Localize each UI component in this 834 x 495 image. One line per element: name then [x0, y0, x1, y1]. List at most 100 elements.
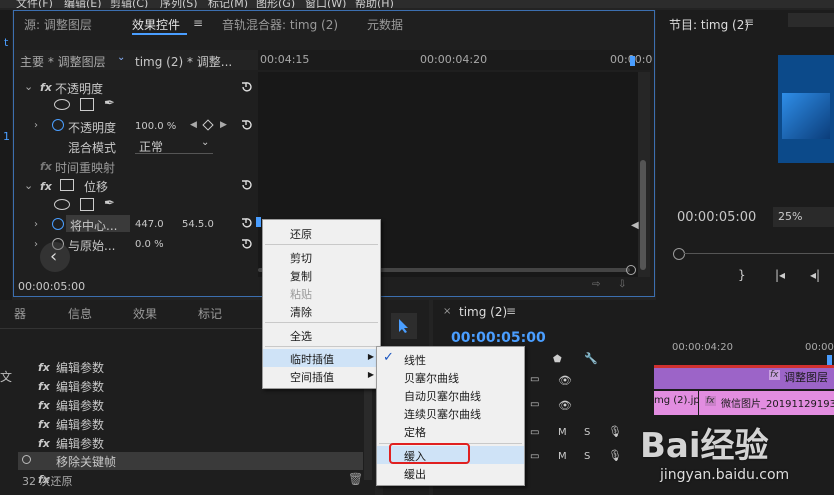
history-item[interactable]: 编辑参数	[56, 359, 104, 376]
reset-icon[interactable]	[240, 238, 253, 251]
rectangle-mask-icon[interactable]	[80, 198, 94, 211]
eye-icon[interactable]: 👁	[558, 374, 572, 387]
tab-effect-controls[interactable]: 效果控件	[132, 16, 180, 33]
menu-window[interactable]: 窗口(W)	[305, 0, 346, 8]
fx-icon: fx	[40, 180, 52, 193]
panel-menu-icon[interactable]: ≡	[193, 16, 203, 30]
submenu-item-continuous-bezier[interactable]: 连续贝塞尔曲线	[377, 404, 524, 422]
anchor-y-value[interactable]: 54.5.0	[182, 219, 214, 230]
submenu-item-bezier[interactable]: 贝塞尔曲线	[377, 368, 524, 386]
close-icon[interactable]: ×	[443, 306, 451, 317]
submenu-item-linear[interactable]: ✓ 线性	[377, 350, 524, 368]
mic-icon[interactable]: 🎙	[608, 425, 622, 438]
eye-icon[interactable]: 👁	[558, 399, 572, 412]
effect-controls-timecode[interactable]: 00:00:05:00	[18, 280, 85, 293]
blend-mode-select[interactable]: 正常 ⌄	[135, 137, 213, 154]
menu-item-temporal-interpolation[interactable]: 临时插值 ▶	[263, 349, 380, 367]
pen-icon[interactable]: ✒	[104, 196, 115, 211]
pen-icon[interactable]: ✒	[104, 96, 115, 111]
submenu-item-hold[interactable]: 定格	[377, 422, 524, 440]
clip-label[interactable]: timg (2) * 调整...	[135, 53, 232, 70]
reset-icon[interactable]	[240, 179, 253, 192]
menu-clip[interactable]: 剪辑(C)	[110, 0, 148, 8]
fx-icon: fx	[38, 418, 50, 431]
submenu-item-ease-out[interactable]: 缓出	[377, 464, 524, 482]
panel-menu-icon[interactable]: ≡	[506, 304, 516, 318]
scale-value[interactable]: 0.0 %	[135, 239, 164, 250]
nav-back-overlay[interactable]: ‹	[40, 242, 70, 272]
tab-effects[interactable]: 效果	[133, 305, 157, 322]
filmstrip-icon[interactable]: ▭	[530, 374, 539, 385]
stopwatch-icon[interactable]	[52, 119, 64, 131]
menu-graphics[interactable]: 图形(G)	[256, 0, 295, 8]
wrench-icon[interactable]: 🔧	[584, 352, 598, 365]
scrubber-start[interactable]	[673, 248, 685, 260]
menu-item-select-all[interactable]: 全选	[263, 326, 380, 344]
history-item[interactable]: 编辑参数	[56, 378, 104, 395]
menu-item-paste[interactable]: 粘贴	[263, 284, 380, 302]
selection-tool[interactable]	[391, 313, 417, 339]
panel-menu-icon[interactable]: ≡	[744, 15, 754, 29]
menu-file[interactable]: 文件(F)	[16, 0, 53, 8]
ellipse-mask-icon[interactable]	[54, 199, 70, 210]
left-edge-panel: t 1	[0, 10, 12, 300]
mark-out-icon[interactable]: }	[738, 268, 746, 282]
tab-markers[interactable]: 标记	[198, 305, 222, 322]
menu-item-spatial-interpolation[interactable]: 空间插值 ▶	[263, 367, 380, 385]
program-timecode[interactable]: 00:00:05:00	[677, 210, 756, 225]
submenu-item-auto-bezier[interactable]: 自动贝塞尔曲线	[377, 386, 524, 404]
filmstrip-icon[interactable]: ▭	[530, 399, 539, 410]
vertical-scrollbar[interactable]	[640, 160, 646, 270]
menu-item-copy[interactable]: 复制	[263, 266, 380, 284]
tab-source[interactable]: 源: 调整图层	[24, 16, 92, 33]
collapse-arrow-icon[interactable]: ⌄	[24, 80, 33, 93]
zoom-select[interactable]: 25%	[773, 207, 834, 227]
timeline-timecode[interactable]: 00:00:05:00	[451, 330, 546, 346]
menu-item-undo[interactable]: 还原	[263, 224, 380, 242]
chevron-down-icon[interactable]: ⌄	[117, 52, 125, 63]
rectangle-mask-icon[interactable]	[80, 98, 94, 111]
menu-help[interactable]: 帮助(H)	[355, 0, 394, 8]
stopwatch-icon[interactable]	[52, 218, 64, 230]
fx-icon: fx	[705, 396, 716, 406]
menu-item-clear[interactable]: 清除	[263, 302, 380, 320]
menu-sequence[interactable]: 序列(S)	[160, 0, 198, 8]
collapse-arrow-icon[interactable]: ⌄	[24, 179, 33, 192]
image-clip-1[interactable]: mg (2).jpg	[654, 391, 706, 415]
go-to-in-icon[interactable]: |◂	[775, 268, 785, 282]
step-back-icon[interactable]: ◂|	[810, 268, 820, 282]
mic-icon[interactable]: 🎙	[608, 449, 622, 462]
master-clip-label: 主要 * 调整图层	[20, 55, 106, 69]
menu-item-cut[interactable]: 剪切	[263, 248, 380, 266]
tab-media-browser[interactable]: 器	[14, 305, 26, 322]
next-keyframe-icon[interactable]: ▶	[220, 120, 227, 130]
anchor-x-value[interactable]: 447.0	[135, 219, 164, 230]
reset-icon[interactable]	[240, 81, 253, 94]
ellipse-mask-icon[interactable]	[54, 99, 70, 110]
playhead-marker[interactable]	[630, 56, 635, 66]
history-item[interactable]: 编辑参数	[56, 416, 104, 433]
tab-info[interactable]: 信息	[68, 305, 92, 322]
highlight-box	[389, 443, 470, 464]
program-scrubber[interactable]	[684, 253, 834, 254]
menu-marker[interactable]: 标记(M)	[208, 0, 248, 8]
prev-keyframe-icon[interactable]: ◀	[190, 120, 197, 130]
timeline-playhead[interactable]	[827, 355, 832, 365]
mute-button[interactable]: M	[558, 427, 567, 438]
history-item[interactable]: 编辑参数	[56, 397, 104, 414]
solo-button[interactable]: S	[584, 427, 590, 438]
reset-icon[interactable]	[240, 119, 253, 132]
marker-icon[interactable]: ⬟	[553, 354, 562, 365]
image-clip-2[interactable]: fx 微信图片_20191129193...	[699, 391, 834, 415]
adjustment-layer-clip[interactable]: fx 调整图层	[654, 365, 834, 389]
blend-mode-label: 混合模式	[68, 141, 117, 155]
opacity-value[interactable]: 100.0 %	[135, 121, 176, 132]
tab-metadata[interactable]: 元数据	[367, 16, 403, 33]
menu-edit[interactable]: 编辑(E)	[64, 0, 102, 8]
trash-icon[interactable]: 🗑	[348, 472, 363, 486]
reset-icon[interactable]	[240, 217, 253, 230]
anchor-label: 将中心...	[70, 219, 118, 233]
tab-audio-mixer[interactable]: 音轨混合器: timg (2)	[222, 16, 338, 33]
history-item[interactable]: 移除关键帧	[56, 453, 116, 470]
history-item[interactable]: 编辑参数	[56, 435, 104, 452]
